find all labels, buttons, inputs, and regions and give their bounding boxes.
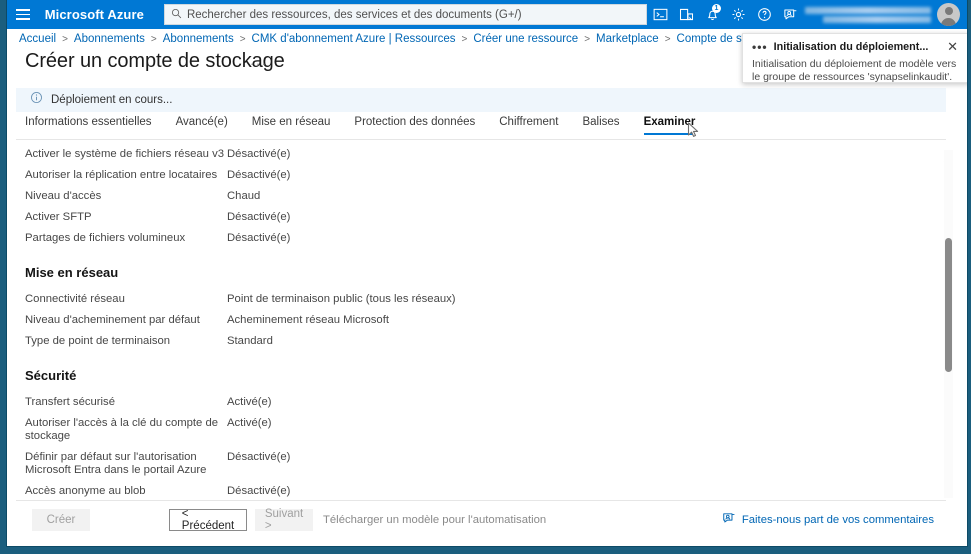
table-row: Transfert sécurisé Activé(e) xyxy=(16,392,946,413)
tab-avance[interactable]: Avancé(e) xyxy=(176,116,228,135)
table-row: Partages de fichiers volumineux Désactiv… xyxy=(16,228,946,249)
row-value: Activé(e) xyxy=(227,417,272,429)
table-row: Niveau d'accès Chaud xyxy=(16,186,946,207)
row-key: Activer SFTP xyxy=(25,211,92,223)
row-key: Activer le système de fichiers réseau v3 xyxy=(25,148,225,160)
table-row: Activer SFTP Désactivé(e) xyxy=(16,207,946,228)
content-scrollbar-track[interactable] xyxy=(944,150,953,498)
notifications-bell-icon[interactable]: 1 xyxy=(699,0,725,29)
review-summary-panel: Activer le système de fichiers réseau v3… xyxy=(16,144,946,500)
row-key: Autoriser l'accès à la clé du compte de … xyxy=(25,417,219,442)
breadcrumb-item-5[interactable]: Marketplace xyxy=(596,33,659,45)
create-button[interactable]: Créer xyxy=(32,508,90,531)
row-value: Désactivé(e) xyxy=(227,148,291,160)
notification-badge-count: 1 xyxy=(712,4,721,13)
wizard-footer-bar: Créer < Précédent Suivant > Télécharger … xyxy=(16,500,946,538)
global-search-box[interactable] xyxy=(163,4,647,25)
page-title: Créer un compte de stockage xyxy=(25,50,285,72)
settings-gear-icon[interactable] xyxy=(725,0,751,29)
browser-window-frame: Microsoft Azure Rechercher des ressource… xyxy=(0,0,971,554)
tab-informations-essentielles[interactable]: Informations essentielles xyxy=(25,116,152,135)
cloud-shell-icon[interactable] xyxy=(647,0,673,29)
row-key: Niveau d'acheminement par défaut xyxy=(25,314,200,326)
feedback-label: Faites-nous part de vos commentaires xyxy=(741,513,934,526)
feedback-icon xyxy=(722,511,736,528)
feedback-link[interactable]: Faites-nous part de vos commentaires xyxy=(722,511,934,528)
breadcrumb-item-4[interactable]: Créer une ressource xyxy=(473,33,578,45)
close-icon[interactable]: ✕ xyxy=(945,40,960,53)
row-value: Chaud xyxy=(227,190,261,202)
directories-subscriptions-icon[interactable] xyxy=(673,0,699,29)
row-value: Acheminement réseau Microsoft xyxy=(227,314,389,326)
table-row: Activer le système de fichiers réseau v3… xyxy=(16,144,946,165)
brand-label[interactable]: Microsoft Azure xyxy=(45,7,144,22)
row-key: Transfert sécurisé xyxy=(25,396,115,408)
toast-header: ••• Initialisation du déploiement... ✕ xyxy=(752,40,960,54)
breadcrumb-item-2[interactable]: Abonnements xyxy=(163,33,234,45)
toast-progress-dots: ••• xyxy=(752,40,768,54)
help-question-icon[interactable] xyxy=(751,0,777,29)
search-input[interactable] xyxy=(186,8,640,21)
wizard-tab-bar: Informations essentielles Avancé(e) Mise… xyxy=(16,116,946,140)
row-value: Activé(e) xyxy=(227,396,272,408)
breadcrumb-separator: > xyxy=(461,33,468,45)
next-button[interactable]: Suivant > xyxy=(255,508,313,532)
table-row: Autoriser l'accès à la clé du compte de … xyxy=(16,413,946,447)
row-key: Partages de fichiers volumineux xyxy=(25,232,186,244)
breadcrumb: Accueil > Abonnements > Abonnements > CM… xyxy=(19,33,800,45)
tab-balises[interactable]: Balises xyxy=(582,116,619,135)
table-row: Niveau d'acheminement par défaut Achemin… xyxy=(16,310,946,331)
breadcrumb-separator: > xyxy=(150,33,157,45)
breadcrumb-item-1[interactable]: Abonnements xyxy=(74,33,145,45)
breadcrumb-item-3[interactable]: CMK d'abonnement Azure | Ressources xyxy=(252,33,456,45)
breadcrumb-item-0[interactable]: Accueil xyxy=(19,33,56,45)
search-icon xyxy=(171,6,182,24)
row-value: Désactivé(e) xyxy=(227,211,291,223)
breadcrumb-separator: > xyxy=(584,33,591,45)
breadcrumb-separator: > xyxy=(664,33,671,45)
row-value: Standard xyxy=(227,335,273,347)
feedback-smiley-icon[interactable] xyxy=(777,0,803,29)
breadcrumb-separator: > xyxy=(62,33,68,45)
page-title-more-menu[interactable]: ··· xyxy=(250,56,268,71)
table-row: Connectivité réseau Point de terminaison… xyxy=(16,289,946,310)
azure-top-navigation-bar: Microsoft Azure Rechercher des ressource… xyxy=(7,0,967,29)
account-name-redacted[interactable] xyxy=(803,0,935,29)
table-row: Autoriser la réplication entre locataire… xyxy=(16,165,946,186)
user-avatar[interactable] xyxy=(937,3,960,26)
deployment-status-text: Déploiement en cours... xyxy=(51,94,173,106)
toast-body: Initialisation du déploiement de modèle … xyxy=(752,58,957,83)
row-key: Définir par défaut sur l'autorisation Mi… xyxy=(25,451,207,476)
row-value: Désactivé(e) xyxy=(227,485,291,497)
info-circle-icon xyxy=(30,91,43,109)
row-key: Type de point de terminaison xyxy=(25,335,171,347)
tab-examiner[interactable]: Examiner xyxy=(643,116,695,135)
table-row: Type de point de terminaison Standard xyxy=(16,331,946,352)
tab-protection-des-donnees[interactable]: Protection des données xyxy=(354,116,475,135)
section-heading-mise-en-reseau: Mise en réseau xyxy=(25,265,119,280)
row-value: Point de terminaison public (tous les ré… xyxy=(227,293,456,305)
deployment-status-banner: Déploiement en cours... xyxy=(16,88,946,112)
previous-button[interactable]: < Précédent xyxy=(169,508,247,532)
row-value: Désactivé(e) xyxy=(227,451,291,463)
row-key: Autoriser la réplication entre locataire… xyxy=(25,169,218,181)
tab-chiffrement[interactable]: Chiffrement xyxy=(499,116,558,135)
tab-mise-en-reseau[interactable]: Mise en réseau xyxy=(252,116,331,135)
azure-portal-window: Microsoft Azure Rechercher des ressource… xyxy=(7,0,967,546)
section-heading-securite: Sécurité xyxy=(25,368,77,383)
row-key: Niveau d'accès xyxy=(25,190,102,202)
breadcrumb-separator: > xyxy=(239,33,246,45)
row-value: Désactivé(e) xyxy=(227,169,291,181)
toast-title: Initialisation du déploiement... xyxy=(773,41,929,53)
top-bar-icon-group: 1 xyxy=(647,0,967,29)
row-key: Connectivité réseau xyxy=(25,293,125,305)
hamburger-menu-icon[interactable] xyxy=(7,0,39,29)
row-value: Désactivé(e) xyxy=(227,232,291,244)
content-scrollbar-thumb[interactable] xyxy=(945,238,952,372)
deployment-toast-notification: ••• Initialisation du déploiement... ✕ I… xyxy=(742,33,967,83)
row-key: Accès anonyme au blob xyxy=(25,485,146,497)
table-row: Accès anonyme au blob Désactivé(e) xyxy=(16,481,946,500)
table-row: Définir par défaut sur l'autorisation Mi… xyxy=(16,447,946,481)
download-template-link[interactable]: Télécharger un modèle pour l'automatisat… xyxy=(323,514,546,526)
